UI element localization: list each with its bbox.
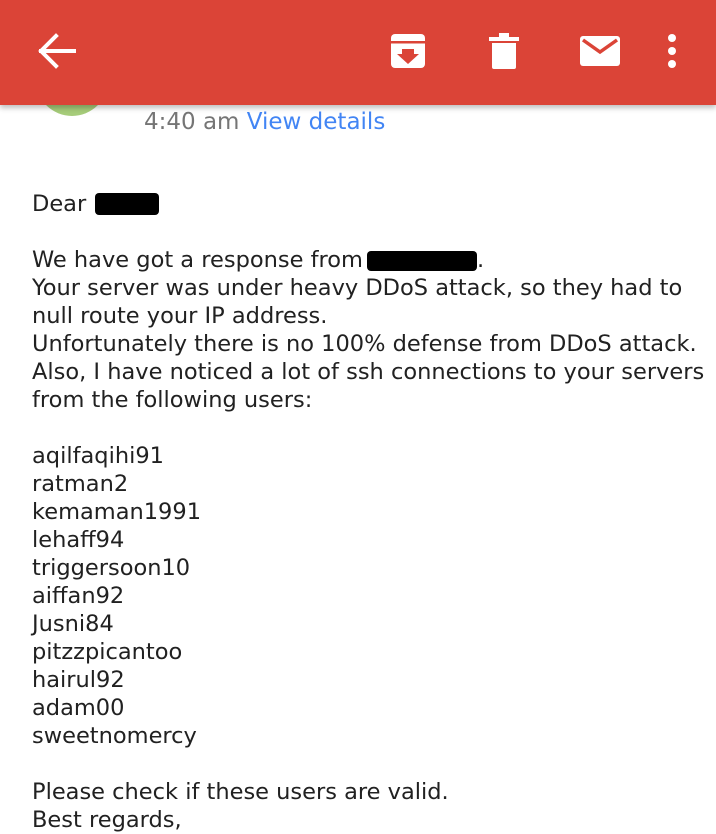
mail-icon <box>580 36 620 66</box>
mark-unread-button[interactable] <box>574 28 626 74</box>
arrow-back-icon <box>38 33 76 69</box>
body-line-6: from the following users: <box>32 387 313 413</box>
body-line-3: null route your IP address. <box>32 303 328 329</box>
app-toolbar <box>0 0 716 105</box>
closing-line-2: Best regards, <box>32 807 182 833</box>
list-item: pitzzpicantoo <box>32 639 183 665</box>
redacted-provider <box>366 251 477 271</box>
view-details-link[interactable]: View details <box>247 109 386 135</box>
list-item: ratman2 <box>32 471 129 497</box>
more-vert-icon <box>668 34 676 68</box>
list-item: aqilfaqihi91 <box>32 443 164 469</box>
message-body: Dear We have got a response from. Your s… <box>32 190 705 834</box>
list-item: triggersoon10 <box>32 555 191 581</box>
closing-line-1: Please check if these users are valid. <box>32 779 449 805</box>
body-line-5: Also, I have noticed a lot of ssh connec… <box>32 359 705 385</box>
message-meta: 4:40 am View details <box>144 105 385 139</box>
trash-icon <box>489 33 519 69</box>
body-line-4: Unfortunately there is no 100% defense f… <box>32 331 697 357</box>
list-item: sweetnomercy <box>32 723 197 749</box>
redacted-name <box>95 193 160 215</box>
list-item: lehaff94 <box>32 527 125 553</box>
greeting: Dear <box>32 191 87 217</box>
archive-icon <box>391 34 425 68</box>
greeting-line: Dear <box>32 190 692 218</box>
list-item: adam00 <box>32 695 125 721</box>
archive-button[interactable] <box>384 28 432 74</box>
message-time: 4:40 am <box>144 109 240 135</box>
body-line-2: Your server was under heavy DDoS attack,… <box>32 275 683 301</box>
body-line-1-suffix: . <box>476 247 485 273</box>
list-item: aiffan92 <box>32 583 125 609</box>
list-item: hairul92 <box>32 667 125 693</box>
list-item: Jusni84 <box>32 611 114 637</box>
body-line-1-text: We have got a response from <box>32 247 363 273</box>
delete-button[interactable] <box>482 28 526 74</box>
user-list: aqilfaqihi91 ratman2 kemaman1991 lehaff9… <box>32 442 692 750</box>
more-options-button[interactable] <box>658 28 686 74</box>
list-item: kemaman1991 <box>32 499 202 525</box>
back-button[interactable] <box>30 28 82 74</box>
body-line-1: We have got a response from. <box>32 246 692 274</box>
